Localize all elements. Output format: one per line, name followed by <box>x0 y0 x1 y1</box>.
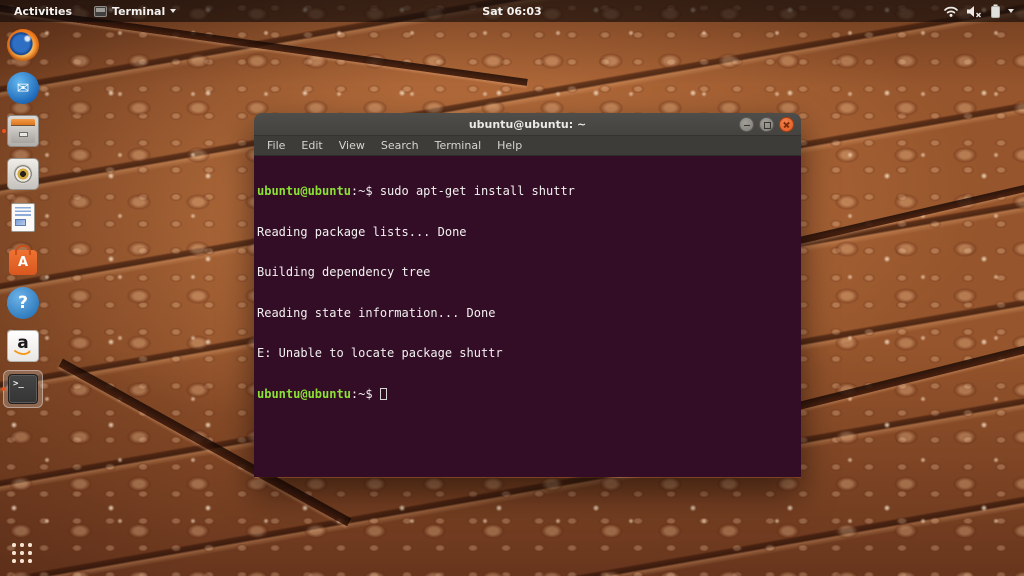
activities-label: Activities <box>14 4 73 18</box>
dock-item-ubuntu-software[interactable]: A <box>4 242 42 278</box>
command-text: sudo apt-get install shuttr <box>379 184 575 198</box>
running-indicator <box>2 387 6 391</box>
dock-item-thunderbird[interactable]: ✉ <box>4 70 42 106</box>
plank-seam <box>791 171 1024 246</box>
dock-item-firefox[interactable] <box>4 27 42 63</box>
firefox-icon <box>7 29 39 61</box>
menu-edit[interactable]: Edit <box>293 136 330 155</box>
menu-search[interactable]: Search <box>373 136 427 155</box>
menu-help[interactable]: Help <box>489 136 530 155</box>
terminal-mini-icon <box>94 5 108 17</box>
battery-icon <box>991 4 1000 18</box>
terminal-icon: >_ <box>8 374 38 404</box>
network-wifi-icon <box>944 6 958 17</box>
menu-terminal[interactable]: Terminal <box>427 136 490 155</box>
running-indicator <box>2 129 6 133</box>
close-button[interactable] <box>779 117 794 132</box>
window-titlebar[interactable]: ubuntu@ubuntu: ~ <box>254 113 801 136</box>
menu-view[interactable]: View <box>331 136 373 155</box>
terminal-screen[interactable]: ubuntu@ubuntu:~$ sudo apt-get install shu… <box>254 156 801 477</box>
show-applications-button[interactable] <box>12 543 33 564</box>
prompt-line: ubuntu@ubuntu:~$ <box>257 387 801 402</box>
chevron-down-icon <box>1008 9 1014 13</box>
top-bar: Activities Terminal Sat 06:03 <box>0 0 1024 22</box>
ubuntu-software-icon: A <box>7 244 39 276</box>
chevron-down-icon <box>170 9 177 13</box>
dock-item-amazon[interactable]: a <box>4 328 42 364</box>
window-controls <box>739 117 794 132</box>
dock-item-rhythmbox[interactable] <box>4 156 42 192</box>
terminal-cursor <box>379 387 387 400</box>
plank-seam <box>778 329 1024 415</box>
files-icon <box>7 115 39 147</box>
output-line: Reading state information... Done <box>257 305 496 320</box>
activities-button[interactable]: Activities <box>0 0 86 22</box>
output-line: Reading package lists... Done <box>257 224 467 239</box>
help-icon: ? <box>7 287 39 319</box>
dock-item-libreoffice-writer[interactable] <box>4 199 42 235</box>
volume-muted-icon <box>967 5 982 18</box>
output-line: Building dependency tree <box>257 265 431 279</box>
dock-item-help[interactable]: ? <box>4 285 42 321</box>
dock: ✉ A ? a >_ <box>2 27 46 407</box>
terminal-window: ubuntu@ubuntu: ~ File Edit View Search T… <box>254 113 801 478</box>
amazon-icon: a <box>7 330 39 362</box>
system-status-area[interactable] <box>933 0 1024 22</box>
maximize-button[interactable] <box>759 117 774 132</box>
libreoffice-writer-icon <box>7 201 39 233</box>
dock-item-files[interactable] <box>2 113 42 149</box>
app-menu-label: Terminal <box>112 4 166 18</box>
window-title: ubuntu@ubuntu: ~ <box>468 117 587 131</box>
amazon-smile <box>14 350 31 355</box>
prompt-line: ubuntu@ubuntu:~$ sudo apt-get install shu… <box>257 184 575 198</box>
output-line: E: Unable to locate package shuttr <box>257 346 503 360</box>
thunderbird-icon: ✉ <box>7 72 39 104</box>
dock-item-terminal[interactable]: >_ <box>2 371 42 407</box>
app-menu-terminal[interactable]: Terminal <box>86 0 184 22</box>
menu-file[interactable]: File <box>259 136 293 155</box>
minimize-button[interactable] <box>739 117 754 132</box>
terminal-menubar: File Edit View Search Terminal Help <box>254 136 801 156</box>
rhythmbox-icon <box>7 158 39 190</box>
